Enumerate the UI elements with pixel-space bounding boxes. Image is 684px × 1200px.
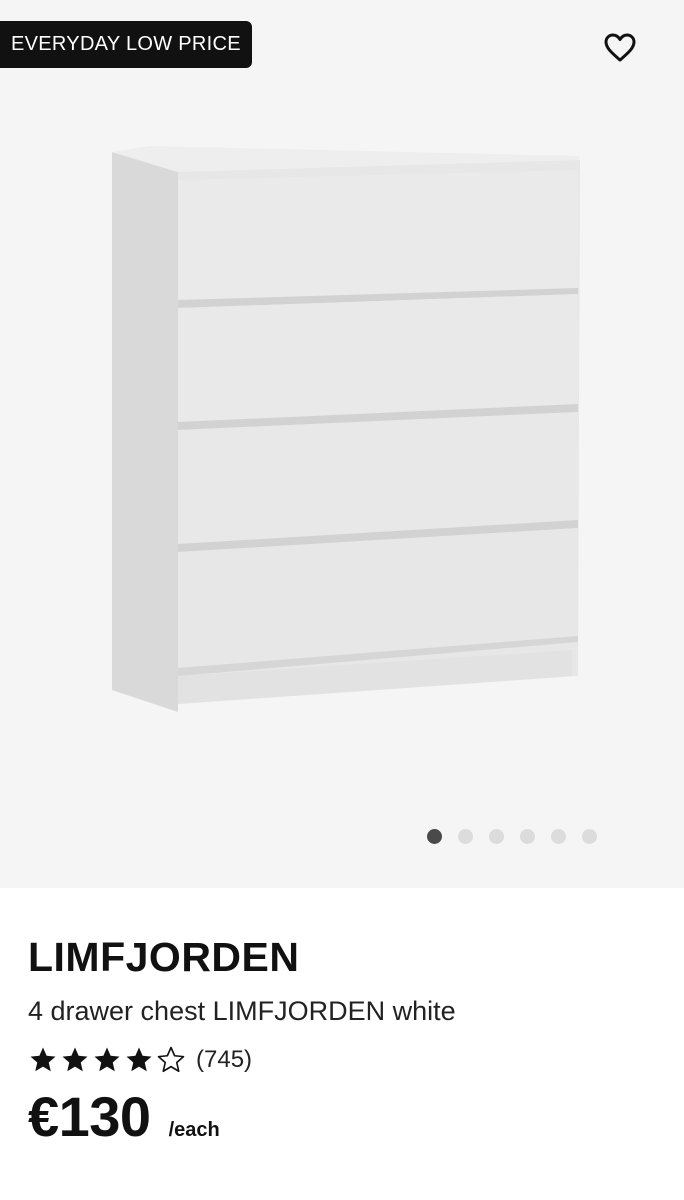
carousel-dot-4[interactable] [520, 829, 535, 844]
product-description: 4 drawer chest LIMFJORDEN white [28, 996, 456, 1026]
drawer-2 [178, 294, 578, 422]
star-outline-icon [157, 1046, 185, 1073]
heart-outline-icon [604, 33, 636, 62]
star-filled-icon [62, 1047, 88, 1072]
carousel-dot-3[interactable] [489, 829, 504, 844]
carousel-dot-6[interactable] [582, 829, 597, 844]
chest-side-panel [112, 152, 178, 712]
product-rating[interactable]: (745) [28, 1044, 252, 1076]
product-price: €130 /each [28, 1084, 220, 1149]
product-name: LIMFJORDEN [28, 934, 300, 980]
rating-stars [28, 1045, 186, 1075]
favorite-button[interactable] [600, 28, 640, 68]
price-amount: €130 [28, 1085, 151, 1148]
carousel-dot-5[interactable] [551, 829, 566, 844]
carousel-dot-2[interactable] [458, 829, 473, 844]
price-unit: /each [168, 1119, 220, 1141]
star-filled-icon [94, 1047, 120, 1072]
carousel-dot-1[interactable] [427, 829, 442, 844]
product-gallery[interactable]: EVERYDAY LOW PRICE [0, 0, 684, 888]
everyday-low-price-badge: EVERYDAY LOW PRICE [0, 21, 252, 68]
product-image[interactable] [0, 0, 684, 888]
badge-label: EVERYDAY LOW PRICE [11, 33, 241, 55]
star-filled-icon [126, 1047, 152, 1072]
image-carousel-dots [427, 829, 597, 844]
drawer-1 [178, 170, 578, 300]
star-filled-icon [30, 1047, 56, 1072]
review-count[interactable]: (745) [196, 1046, 252, 1074]
